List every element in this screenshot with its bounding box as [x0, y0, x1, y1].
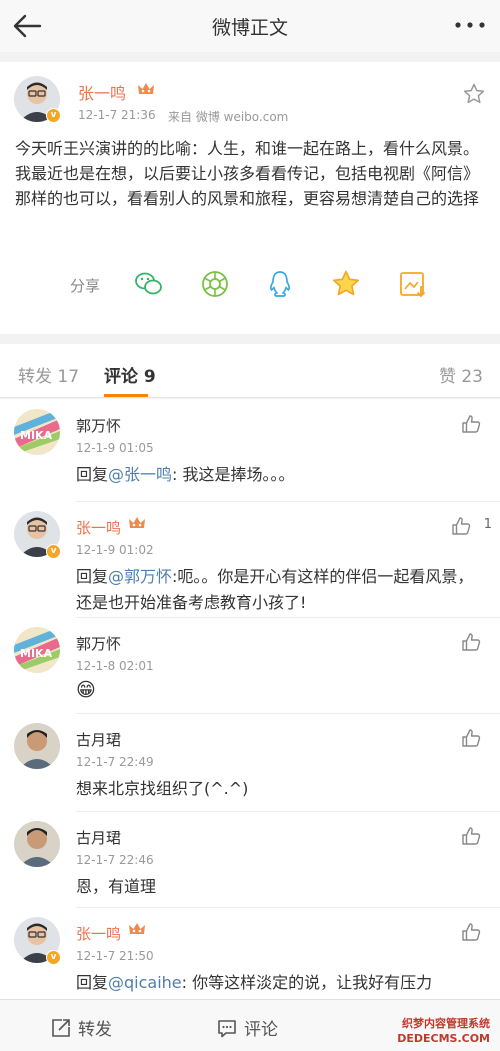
- site-watermark: 织梦内容管理系统 DEDECMS.COM: [372, 1016, 490, 1050]
- comment-body: : 我这是捧场。。。: [172, 465, 295, 484]
- vip-crown-icon: [138, 83, 154, 94]
- comment-author-name[interactable]: 张一鸣: [76, 517, 121, 538]
- comment-item: 古月珺 12-1-7 22:46 恩，有道理: [0, 811, 500, 907]
- comment-time: 12-1-9 01:02: [76, 543, 154, 557]
- comment-time: 12-1-7 22:49: [76, 755, 154, 769]
- tab-likes[interactable]: 赞 23: [439, 362, 483, 387]
- comment-icon: [218, 1019, 236, 1037]
- avatar[interactable]: [14, 723, 60, 769]
- verified-badge-icon: v: [46, 108, 61, 123]
- page-title: 微博正文: [211, 16, 288, 39]
- save-image-icon[interactable]: [397, 268, 429, 300]
- reply-prefix: 回复: [76, 465, 109, 484]
- thumbs-up-icon[interactable]: [460, 631, 482, 653]
- comment-text: 回复@qicaihe: 你等这样淡定的说，让我好有压力: [76, 970, 486, 996]
- reply-prefix: 回复: [76, 973, 109, 992]
- comment-time: 12-1-8 02:01: [76, 659, 154, 673]
- post-source: 来自 微博 weibo.com: [168, 110, 289, 124]
- qq-icon[interactable]: [264, 268, 296, 300]
- svg-text:MIKA: MIKA: [20, 647, 53, 660]
- back-arrow-icon[interactable]: [10, 10, 44, 42]
- share-row: 分享: [0, 262, 500, 306]
- comment-body: : 你等这样淡定的说，让我好有压力: [181, 973, 433, 992]
- verified-badge-icon: v: [46, 544, 61, 559]
- favorite-share-star-icon[interactable]: [330, 268, 362, 300]
- vip-crown-icon: [129, 517, 145, 528]
- post-time: 12-1-7 21:36: [78, 108, 156, 122]
- share-label: 分享: [70, 277, 101, 295]
- comment-item: MIKA 郭万怀 12-1-8 02:01 😁: [0, 617, 500, 713]
- active-tab-indicator: [104, 394, 148, 397]
- comment-text: 想来北京找组织了(^.^): [76, 779, 249, 798]
- vip-crown-icon: [129, 923, 145, 934]
- mention-link[interactable]: @qicaihe: [108, 973, 182, 992]
- thumbs-up-icon[interactable]: [460, 413, 482, 435]
- tab-repost[interactable]: 转发 17: [18, 362, 79, 387]
- comment-list: MIKA 郭万怀 12-1-9 01:05 回复@张一鸣: 我这是捧场。。。 v…: [0, 399, 500, 999]
- favorite-star-icon[interactable]: [462, 82, 486, 106]
- comment-button[interactable]: 评论: [216, 1015, 278, 1040]
- thumbs-up-icon[interactable]: [460, 921, 482, 943]
- post-body-text: 今天听王兴演讲的的比喻：人生，和谁一起在路上，看什么风景。 我最近也是在想，以后…: [15, 139, 480, 208]
- watermark-line-2: DEDECMS.COM: [397, 1032, 490, 1045]
- post-author-name[interactable]: 张一鸣: [78, 80, 126, 104]
- top-bar: 微博正文: [0, 0, 500, 52]
- avatar[interactable]: MIKA: [14, 409, 60, 455]
- thumbs-up-icon[interactable]: [460, 825, 482, 847]
- repost-icon: [52, 1018, 70, 1037]
- watermark-line-1: 织梦内容管理系统: [402, 1017, 490, 1030]
- weibo-post: v 张一鸣 12-1-7 21:36 来自 微博 weibo.com 今天听王兴…: [0, 62, 500, 334]
- comment-time: 12-1-9 01:05: [76, 441, 154, 455]
- comment-label: 评论: [244, 1020, 278, 1040]
- more-options-icon[interactable]: [452, 14, 488, 36]
- comment-author-name[interactable]: 古月珺: [76, 729, 121, 750]
- comment-time: 12-1-7 22:46: [76, 853, 154, 867]
- repost-button[interactable]: 转发: [50, 1015, 112, 1040]
- thumbs-up-icon[interactable]: [450, 515, 472, 537]
- verified-badge-icon: v: [46, 950, 61, 965]
- comment-author-name[interactable]: 古月珺: [76, 827, 121, 848]
- emoji-grin: 😁: [76, 679, 96, 701]
- comment-text: 回复@张一鸣: 我这是捧场。。。: [76, 462, 486, 488]
- svg-text:MIKA: MIKA: [20, 429, 53, 442]
- avatar[interactable]: MIKA: [14, 627, 60, 673]
- moments-icon[interactable]: [199, 268, 231, 300]
- thumbs-up-icon[interactable]: [460, 727, 482, 749]
- mention-link[interactable]: @郭万怀: [108, 567, 172, 586]
- reply-prefix: 回复: [76, 567, 109, 586]
- comment-text: 回复@郭万怀:呃。。你是开心有这样的伴侣一起看风景，还是也开始准备考虑教育小孩了…: [76, 564, 486, 616]
- comment-item: 古月珺 12-1-7 22:49 想来北京找组织了(^.^): [0, 713, 500, 811]
- comment-time: 12-1-7 21:50: [76, 949, 154, 963]
- mention-link[interactable]: @张一鸣: [108, 465, 172, 484]
- comment-author-name[interactable]: 郭万怀: [76, 415, 121, 436]
- comment-text: 恩，有道理: [76, 877, 157, 896]
- comment-author-name[interactable]: 郭万怀: [76, 633, 121, 654]
- like-count: 1: [483, 517, 492, 532]
- avatar[interactable]: [14, 821, 60, 867]
- comment-item: v 张一鸣 12-1-9 01:02 回复@郭万怀:呃。。你是开心有这样的伴侣一…: [0, 501, 500, 617]
- tab-comments[interactable]: 评论 9: [104, 362, 156, 387]
- repost-label: 转发: [78, 1020, 112, 1040]
- tab-bar: 转发 17 评论 9 赞 23: [0, 344, 500, 398]
- wechat-icon[interactable]: [133, 268, 165, 300]
- comment-item: MIKA 郭万怀 12-1-9 01:05 回复@张一鸣: 我这是捧场。。。: [0, 399, 500, 501]
- comment-author-name[interactable]: 张一鸣: [76, 923, 121, 944]
- comment-item: v 张一鸣 12-1-7 21:50 回复@qicaihe: 你等这样淡定的说，…: [0, 907, 500, 999]
